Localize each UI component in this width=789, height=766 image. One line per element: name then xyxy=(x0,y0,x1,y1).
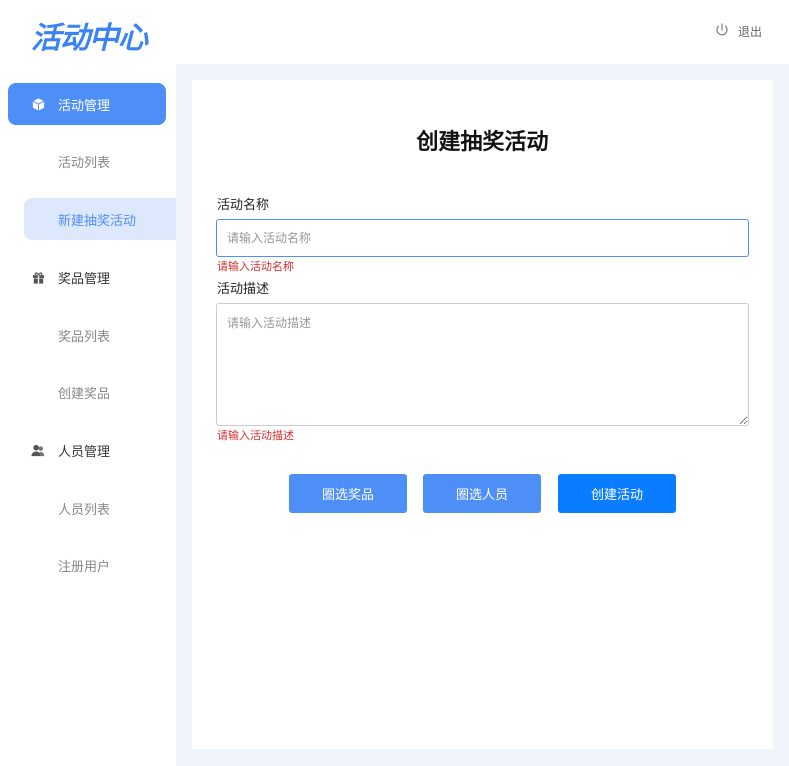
create-activity-button[interactable]: 创建活动 xyxy=(558,474,676,513)
sidebar-item-register-user[interactable]: 注册用户 xyxy=(24,544,176,586)
page-title: 创建抽奖活动 xyxy=(416,130,549,155)
sidebar-group-people[interactable]: 人员管理 xyxy=(8,429,166,471)
sidebar-item-activity-list[interactable]: 活动列表 xyxy=(24,140,176,182)
activity-name-label: 活动名称 xyxy=(217,198,270,213)
activity-desc-textarea[interactable] xyxy=(216,303,749,426)
sidebar-group-label: 活动管理 xyxy=(58,98,111,114)
logout-button[interactable]: 退出 xyxy=(714,22,762,41)
sidebar-group-activity[interactable]: 活动管理 xyxy=(8,83,166,125)
sidebar-item-new-lottery[interactable]: 新建抽奖活动 xyxy=(24,198,176,240)
box-icon xyxy=(30,96,46,112)
select-people-button[interactable]: 圈选人员 xyxy=(423,474,541,513)
gift-icon xyxy=(30,269,46,285)
power-icon xyxy=(714,22,730,41)
activity-desc-label: 活动描述 xyxy=(217,282,270,297)
sidebar-group-label: 奖品管理 xyxy=(58,271,111,287)
sidebar-item-prize-list[interactable]: 奖品列表 xyxy=(24,314,176,356)
logout-label: 退出 xyxy=(737,25,762,39)
users-icon xyxy=(30,442,46,458)
sidebar: 活动管理 活动列表 新建抽奖活动 奖品管理 奖品列表 创建奖品 人员管理 人员列… xyxy=(0,64,176,766)
sidebar-group-label: 人员管理 xyxy=(58,444,111,460)
activity-name-input[interactable] xyxy=(216,219,749,257)
sidebar-group-prizes[interactable]: 奖品管理 xyxy=(8,256,166,298)
sidebar-item-people-list[interactable]: 人员列表 xyxy=(24,487,176,529)
sidebar-item-create-prize[interactable]: 创建奖品 xyxy=(24,371,176,413)
activity-name-error: 请输入活动名称 xyxy=(217,260,294,273)
app-logo[interactable]: 活动中心 xyxy=(31,13,148,57)
activity-desc-error: 请输入活动描述 xyxy=(217,429,294,442)
select-prizes-button[interactable]: 圈选奖品 xyxy=(289,474,407,513)
top-header: 活动中心 退出 xyxy=(0,0,789,64)
